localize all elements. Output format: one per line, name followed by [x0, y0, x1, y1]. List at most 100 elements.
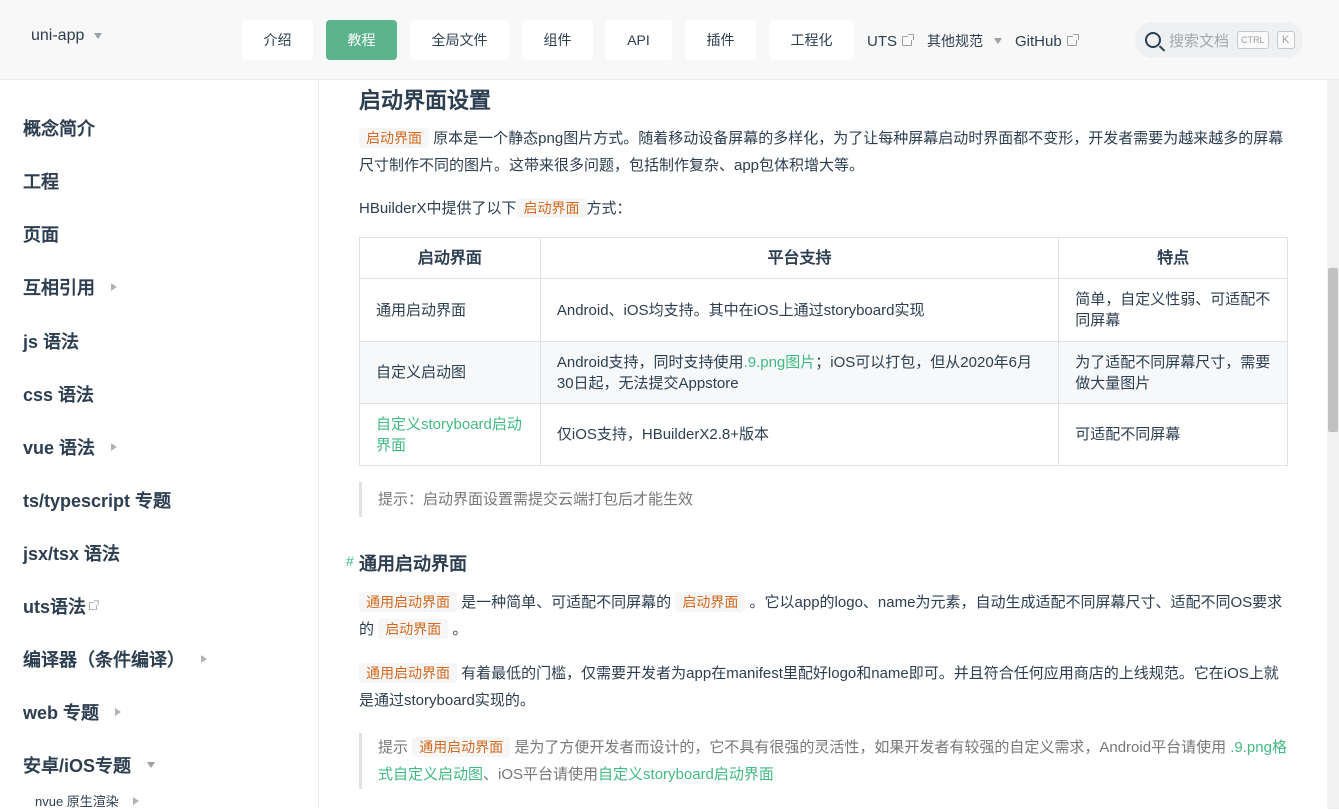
- nav-plugins[interactable]: 插件: [685, 20, 756, 60]
- search-button[interactable]: 搜索文档 CTRL K: [1135, 22, 1303, 58]
- sidebar-item-label: 工程: [23, 172, 59, 192]
- sidebar-item-label: web 专题: [23, 703, 100, 723]
- storyboard-link[interactable]: 自定义storyboard启动界面: [376, 416, 522, 454]
- tip-text: 、iOS平台请使用: [483, 766, 599, 783]
- sidebar-item-uts[interactable]: uts语法: [23, 593, 99, 619]
- brand-selector[interactable]: uni-app: [31, 27, 103, 45]
- inline-code: 启动界面: [359, 128, 429, 148]
- nav-uts-label: UTS: [867, 32, 897, 50]
- sidebar-item-label: uts语法: [23, 597, 86, 617]
- sidebar-item-label: 互相引用: [23, 278, 95, 298]
- nav-uts[interactable]: UTS: [867, 31, 914, 51]
- table-cell: 可适配不同屏幕: [1058, 403, 1288, 466]
- sidebar-item-label: css 语法: [23, 385, 95, 405]
- nav-other-label: 其他规范: [927, 33, 983, 49]
- chevron-down-icon: [94, 33, 103, 39]
- nav-github-label: GitHub: [1015, 32, 1062, 50]
- sidebar-item-label: 概念简介: [23, 119, 95, 139]
- table-header: 特点: [1058, 237, 1288, 279]
- tip-text: 是为了方便开发者而设计的，它不具有很强的灵活性，如果开发者有较强的自定义需求，A…: [514, 739, 1227, 756]
- nav-tutorial[interactable]: 教程: [326, 20, 397, 60]
- table-cell: 自定义启动图: [359, 341, 541, 404]
- sidebar-item-typescript[interactable]: ts/typescript 专题: [23, 487, 171, 513]
- inline-code: 通用启动界面: [359, 592, 457, 612]
- sidebar-item-css[interactable]: css 语法: [23, 381, 94, 407]
- external-link-icon: [1066, 34, 1079, 46]
- table-header: 启动界面: [359, 237, 541, 279]
- nav-other-specs[interactable]: 其他规范: [927, 31, 1002, 51]
- sidebar-item-vue[interactable]: vue 语法: [23, 434, 118, 460]
- table-row: 自定义启动图 Android支持，同时支持使用.9.png图片；iOS可以打包，…: [359, 341, 1288, 404]
- splash-table: 启动界面 平台支持 特点 通用启动界面 Android、iOS均支持。其中在iO…: [359, 237, 1288, 466]
- inline-code: 通用启动界面: [359, 663, 457, 683]
- sidebar-item-label: vue 语法: [23, 438, 96, 458]
- nav-intro[interactable]: 介绍: [242, 20, 313, 60]
- table-cell: 简单，自定义性弱、可适配不同屏幕: [1058, 278, 1288, 342]
- nav-api[interactable]: API: [605, 20, 672, 60]
- sidebar-item-label: 页面: [23, 225, 59, 245]
- section-title: 通用启动界面: [359, 554, 467, 574]
- main-content: 启动界面设置 启动界面 原本是一个静态png图片方式。随着移动设备屏幕的多样化，…: [320, 80, 1327, 809]
- external-link-icon: [89, 600, 99, 610]
- paragraph-text: 原本是一个静态png图片方式。随着移动设备屏幕的多样化，为了让每种屏幕启动时界面…: [359, 130, 1284, 174]
- sidebar-item-compiler[interactable]: 编译器（条件编译）: [23, 646, 207, 672]
- chevron-down-icon: [994, 38, 1002, 44]
- sidebar-item-jsx[interactable]: jsx/tsx 语法: [23, 540, 120, 566]
- nav-github[interactable]: GitHub: [1015, 31, 1079, 51]
- scrollbar-thumb[interactable]: [1328, 268, 1338, 432]
- paragraph-text: 有着最低的门槛，仅需要开发者为app在manifest里配好logo和name即…: [359, 665, 1279, 709]
- sidebar-item-project[interactable]: 工程: [23, 168, 59, 194]
- paragraph-text: 是一种简单、可适配不同屏幕的: [461, 594, 672, 611]
- paragraph-threshold: 通用启动界面 有着最低的门槛，仅需要开发者为app在manifest里配好log…: [359, 660, 1284, 714]
- chevron-right-icon: [111, 283, 117, 291]
- chevron-right-icon: [111, 443, 118, 451]
- sidebar-item-concepts[interactable]: 概念简介: [23, 115, 95, 141]
- inline-code: 启动界面: [378, 619, 449, 639]
- sidebar-item-app[interactable]: 安卓/iOS专题: [23, 752, 156, 778]
- nav-global-files[interactable]: 全局文件: [410, 20, 509, 60]
- 9png-link[interactable]: .9.png图片: [744, 354, 816, 371]
- table-cell: 自定义storyboard启动界面: [359, 403, 541, 466]
- table-cell: 通用启动界面: [359, 278, 541, 342]
- sidebar-item-references[interactable]: 互相引用: [23, 274, 117, 300]
- top-navbar: uni-app 介绍 教程 全局文件 组件 API 插件 工程化 UTS 其他规…: [0, 0, 1339, 80]
- inline-code: 启动界面: [675, 592, 746, 612]
- sidebar-item-pages[interactable]: 页面: [23, 221, 59, 247]
- scrollbar-track[interactable]: [1327, 80, 1339, 809]
- external-link-icon: [902, 34, 914, 46]
- table-row: 通用启动界面 Android、iOS均支持。其中在iOS上通过storyboar…: [359, 278, 1288, 342]
- table-header-row: 启动界面 平台支持 特点: [359, 237, 1288, 279]
- tip-block: 提示：启动界面设置需提交云端打包后才能生效: [359, 482, 1288, 517]
- storyboard-custom-link[interactable]: 自定义storyboard启动界面: [598, 766, 774, 783]
- sidebar-item-label: 安卓/iOS专题: [23, 756, 132, 776]
- paragraph-general: 通用启动界面 是一种简单、可适配不同屏幕的 启动界面 。它以app的logo、n…: [359, 589, 1284, 643]
- paragraph-text: HBuilderX中提供了以下: [359, 200, 517, 217]
- sidebar-item-js[interactable]: js 语法: [23, 328, 79, 354]
- chevron-right-icon: [201, 655, 207, 663]
- nav-components[interactable]: 组件: [522, 20, 593, 60]
- table-row: 自定义storyboard启动界面 仅iOS支持，HBuilderX2.8+版本…: [359, 403, 1288, 466]
- anchor-hash[interactable]: #: [346, 553, 354, 569]
- table-cell: Android、iOS均支持。其中在iOS上通过storyboard实现: [539, 278, 1060, 342]
- sidebar-subitem-nvue[interactable]: nvue 原生渲染: [35, 791, 139, 810]
- table-cell: Android支持，同时支持使用.9.png图片；iOS可以打包，但从2020年…: [539, 341, 1060, 404]
- tip-block: 提示 通用启动界面 是为了方便开发者而设计的，它不具有很强的灵活性，如果开发者有…: [359, 733, 1288, 789]
- kbd-ctrl: CTRL: [1237, 31, 1269, 49]
- chevron-right-icon: [132, 796, 139, 805]
- sidebar-item-label: 编译器（条件编译）: [23, 650, 185, 670]
- kbd-k: K: [1276, 31, 1295, 49]
- chevron-right-icon: [115, 708, 122, 716]
- sidebar-subitem-label: nvue 原生渲染: [35, 794, 119, 809]
- sidebar-item-label: js 语法: [23, 332, 80, 352]
- table-header: 平台支持: [539, 237, 1060, 279]
- paragraph-methods: HBuilderX中提供了以下 启动界面 方式：: [359, 195, 1284, 222]
- table-cell: 为了适配不同屏幕尺寸，需要做大量图片: [1058, 341, 1288, 404]
- inline-code: 通用启动界面: [412, 737, 511, 757]
- tip-text: 提示: [378, 739, 409, 756]
- section-title: 启动界面设置: [359, 88, 492, 113]
- inline-code: 启动界面: [516, 198, 587, 218]
- sidebar: 概念简介 工程 页面 互相引用 js 语法 css 语法 vue 语法 ts/t…: [0, 80, 319, 809]
- cell-text: Android支持，同时支持使用: [556, 353, 744, 371]
- sidebar-item-web[interactable]: web 专题: [23, 699, 122, 725]
- nav-engineering[interactable]: 工程化: [769, 20, 854, 60]
